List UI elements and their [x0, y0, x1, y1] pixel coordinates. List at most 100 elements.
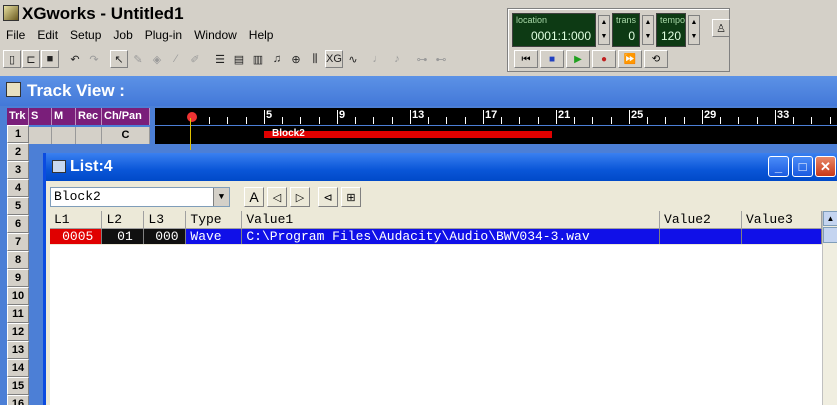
cell-l3[interactable]: 000 [143, 228, 187, 244]
staff-view-icon[interactable]: ▥ [249, 50, 267, 68]
list-window-title-bar[interactable]: List:4 _ □ ✕ [46, 153, 837, 181]
block-select[interactable]: Block2 ▼ [50, 187, 230, 207]
minimize-icon[interactable]: _ [768, 156, 789, 177]
track-number[interactable]: 8 [7, 251, 29, 269]
track-view-icon[interactable]: ☰ [211, 50, 229, 68]
font-button[interactable]: A [244, 187, 264, 207]
column-header[interactable]: Value2 [659, 211, 742, 229]
measure-label: 25 [631, 109, 644, 121]
header-rec: Rec [76, 108, 102, 125]
scroll-thumb[interactable] [823, 227, 837, 243]
punch-out-icon[interactable]: ⊷ [432, 50, 450, 68]
event-list-empty-area[interactable] [50, 245, 822, 405]
menu-job[interactable]: Job [107, 27, 138, 45]
rec-cell[interactable] [76, 127, 102, 144]
menu-edit[interactable]: Edit [31, 27, 64, 45]
track-number[interactable]: 12 [7, 323, 29, 341]
close-icon[interactable]: ✕ [815, 156, 836, 177]
menu-help[interactable]: Help [243, 27, 280, 45]
piano-roll-icon[interactable]: ▤ [230, 50, 248, 68]
cell-value2[interactable] [659, 228, 742, 244]
track-number[interactable]: 16 [7, 395, 29, 405]
track-number[interactable]: 9 [7, 269, 29, 287]
redo-icon[interactable]: ↷ [85, 50, 103, 68]
track-number[interactable]: 5 [7, 197, 29, 215]
pointer-icon[interactable]: ↖ [110, 50, 128, 68]
stop-icon[interactable]: ■ [540, 50, 564, 68]
trans-label: trans [616, 15, 637, 25]
header-trk: Trk [7, 108, 29, 125]
cell-l1[interactable]: 0005 [50, 228, 103, 244]
app-title: XGworks - Untitled1 [22, 4, 184, 23]
block2-region[interactable] [264, 131, 552, 138]
fast-forward-icon[interactable]: ⏩ [618, 50, 642, 68]
record-icon[interactable]: ● [592, 50, 616, 68]
speaker-right-icon[interactable]: ▷ [290, 187, 310, 207]
main-toolbar: ▯ ⊏ ■ ↶ ↷ ↖ ✎ ◈ ⁄ ✐ ☰ ▤ ▥ ♫ ⊕ ⫼ XG ∿ ♩ ♪… [0, 47, 451, 71]
xg-icon[interactable]: XG [325, 50, 343, 68]
menu-file[interactable]: File [0, 27, 31, 45]
track-number[interactable]: 6 [7, 215, 29, 233]
list-window: List:4 _ □ ✕ Block2 ▼ A ◁ ▷ ⊲ ⊞ L1 L2 L3… [43, 153, 837, 405]
solo-cell[interactable] [29, 127, 52, 144]
column-header[interactable]: Type [185, 211, 243, 229]
track-number[interactable]: 1 [7, 125, 29, 143]
column-header[interactable]: L2 [101, 211, 145, 229]
menu-plugin[interactable]: Plug-in [139, 27, 188, 45]
save-icon[interactable]: ■ [41, 50, 59, 68]
cell-value1[interactable]: C:\Program Files\Audacity\Audio\BWV034-3… [241, 228, 661, 244]
score-icon[interactable]: ♫ [268, 50, 286, 68]
chevron-down-icon[interactable]: ▼ [213, 188, 229, 206]
tempo-icon[interactable]: ♪ [388, 50, 406, 68]
cell-l2[interactable]: 01 [101, 228, 145, 244]
metronome-icon[interactable]: ♩ [369, 50, 387, 68]
speaker-left-icon[interactable]: ◁ [267, 187, 287, 207]
column-header[interactable]: L3 [143, 211, 187, 229]
metronome-toggle-icon[interactable]: ♙ [712, 19, 730, 37]
draw-icon[interactable]: ⁄ [167, 50, 185, 68]
scroll-up-icon[interactable]: ▲ [823, 211, 837, 226]
track-number[interactable]: 3 [7, 161, 29, 179]
column-header[interactable]: L1 [50, 211, 103, 229]
drum-icon[interactable]: ⊕ [287, 50, 305, 68]
menu-window[interactable]: Window [188, 27, 243, 45]
song-start-marker-icon[interactable] [187, 112, 197, 122]
column-header[interactable]: Value3 [741, 211, 822, 229]
insert-icon[interactable]: ⊞ [341, 187, 361, 207]
column-header[interactable]: Value1 [241, 211, 661, 229]
wave-icon[interactable]: ∿ [344, 50, 362, 68]
tempo-spinner[interactable]: ▲ ▼ [688, 15, 700, 45]
trans-spinner[interactable]: ▲ ▼ [642, 15, 654, 45]
cell-type[interactable]: Wave [185, 228, 243, 244]
filter-icon[interactable]: ⊲ [318, 187, 338, 207]
maximize-icon[interactable]: □ [792, 156, 813, 177]
play-icon[interactable]: ▶ [566, 50, 590, 68]
new-file-icon[interactable]: ▯ [3, 50, 21, 68]
pencil-icon[interactable]: ✎ [129, 50, 147, 68]
brush-icon[interactable]: ✐ [186, 50, 204, 68]
mute-cell[interactable] [52, 127, 76, 144]
eraser-icon[interactable]: ◈ [148, 50, 166, 68]
rewind-icon[interactable]: ⏮ [514, 50, 538, 68]
track-number[interactable]: 4 [7, 179, 29, 197]
menu-setup[interactable]: Setup [64, 27, 107, 45]
location-spinner[interactable]: ▲ ▼ [598, 15, 610, 45]
table-row[interactable]: 0005 01 000 Wave C:\Program Files\Audaci… [50, 228, 822, 244]
ch-pan-cell[interactable]: C [102, 127, 150, 144]
track-number[interactable]: 7 [7, 233, 29, 251]
measure-ruler[interactable]: 5 9 13 17 21 25 29 33 [155, 108, 837, 125]
track-number[interactable]: 11 [7, 305, 29, 323]
mixer-icon[interactable]: ⫼ [306, 50, 324, 68]
open-folder-icon[interactable]: ⊏ [22, 50, 40, 68]
track-view-title-bar: Track View : [0, 76, 837, 106]
track-number[interactable]: 13 [7, 341, 29, 359]
track-number[interactable]: 15 [7, 377, 29, 395]
vertical-scrollbar[interactable]: ▲ [822, 211, 837, 405]
loop-icon[interactable]: ⟲ [644, 50, 668, 68]
track-number[interactable]: 10 [7, 287, 29, 305]
undo-icon[interactable]: ↶ [66, 50, 84, 68]
track-number[interactable]: 2 [7, 143, 29, 161]
cell-value3[interactable] [741, 228, 822, 244]
punch-in-icon[interactable]: ⊶ [413, 50, 431, 68]
track-number[interactable]: 14 [7, 359, 29, 377]
